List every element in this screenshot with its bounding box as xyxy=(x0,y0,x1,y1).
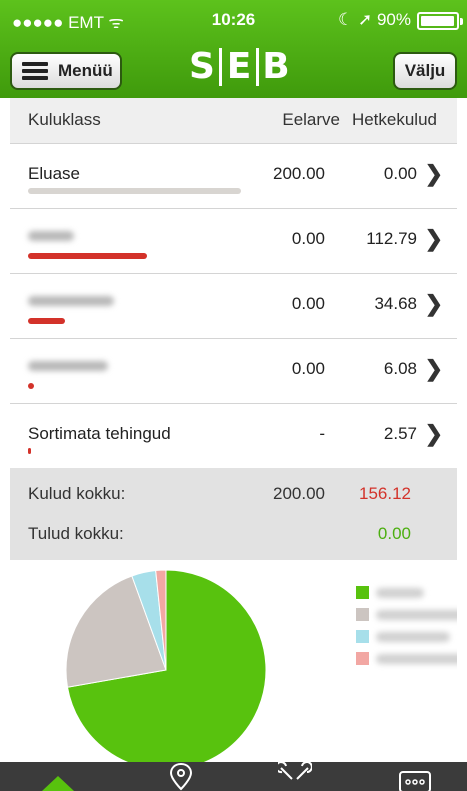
hamburger-icon xyxy=(22,62,48,80)
totals-panel: Kulud kokku: 200.00 156.12 Tulud kokku: … xyxy=(10,468,457,560)
more-icon[interactable] xyxy=(398,762,432,791)
column-header-category: Kuluklass xyxy=(28,110,101,129)
spending-bar xyxy=(28,383,34,389)
budget-table: Kuluklass Eelarve Hetkekulud Eluase 200.0… xyxy=(10,98,457,469)
category-name: Eluase xyxy=(28,164,80,183)
column-header-budget: Eelarve xyxy=(282,110,340,129)
chevron-right-icon: ❯ xyxy=(424,291,443,316)
tab-bar xyxy=(0,762,467,791)
redacted-legend-label xyxy=(376,588,424,598)
chevron-right-icon: ❯ xyxy=(424,226,443,251)
expenses-budget-total: 200.00 xyxy=(273,484,325,503)
expenses-total-label: Kulud kokku: xyxy=(28,484,126,503)
table-row[interactable]: Sortimata tehingud - 2.57 ❯ xyxy=(10,404,457,469)
actual-value: 6.08 xyxy=(383,359,417,378)
chevron-right-icon: ❯ xyxy=(424,356,443,381)
redacted-category-name xyxy=(28,231,74,241)
spending-bar xyxy=(28,448,31,454)
legend-swatch xyxy=(356,608,369,621)
app-header: ●●●●● EMT ᯤ 10:26 ☾ ➚ 90% Menüü S E B Vä… xyxy=(0,0,467,98)
logo-letter: E xyxy=(226,46,252,87)
actual-value: 34.68 xyxy=(374,294,417,313)
home-icon[interactable] xyxy=(38,762,78,791)
budget-value: - xyxy=(319,424,325,443)
budget-value: 200.00 xyxy=(273,164,325,183)
logout-button-label: Välju xyxy=(404,61,446,80)
expenses-actual-total: 156.12 xyxy=(359,484,411,503)
chevron-right-icon: ❯ xyxy=(424,161,443,186)
income-actual-total: 0.00 xyxy=(377,524,411,543)
table-row[interactable]: 0.00 112.79 ❯ xyxy=(10,209,457,274)
budget-value: 0.00 xyxy=(291,359,325,378)
status-indicators: ☾ ➚ 90% xyxy=(338,10,411,29)
actual-value: 2.57 xyxy=(383,424,417,443)
menu-button[interactable]: Menüü xyxy=(10,52,122,90)
legend-swatch xyxy=(356,630,369,643)
redacted-legend-label xyxy=(376,632,450,642)
location-icon[interactable] xyxy=(168,762,194,791)
logo-letter: S xyxy=(189,46,215,87)
redacted-legend-label xyxy=(376,654,457,664)
chevron-right-icon: ❯ xyxy=(424,421,443,446)
expense-pie-chart xyxy=(10,560,457,762)
budget-value: 0.00 xyxy=(291,294,325,313)
table-row[interactable]: Eluase 200.00 0.00 ❯ xyxy=(10,144,457,209)
spending-bar xyxy=(28,188,241,194)
spending-bar xyxy=(28,253,147,259)
spending-bar xyxy=(28,318,65,324)
logo-letter: B xyxy=(262,46,290,87)
legend-swatch xyxy=(356,586,369,599)
logout-button[interactable]: Välju xyxy=(393,52,457,90)
menu-button-label: Menüü xyxy=(58,61,113,80)
income-total-label: Tulud kokku: xyxy=(28,524,124,543)
redacted-category-name xyxy=(28,296,114,306)
actual-value: 0.00 xyxy=(383,164,417,183)
actual-value: 112.79 xyxy=(366,229,417,248)
redacted-category-name xyxy=(28,361,108,371)
table-row[interactable]: 0.00 6.08 ❯ xyxy=(10,339,457,404)
tools-icon[interactable] xyxy=(278,762,312,791)
table-row[interactable]: 0.00 34.68 ❯ xyxy=(10,274,457,339)
legend-swatch xyxy=(356,652,369,665)
seb-logo: S E B xyxy=(188,48,290,86)
battery-icon xyxy=(417,12,463,30)
column-header-actual: Hetkekulud xyxy=(351,110,437,129)
category-name: Sortimata tehingud xyxy=(28,424,171,443)
table-header: Kuluklass Eelarve Hetkekulud xyxy=(10,98,457,144)
redacted-legend-label xyxy=(376,610,457,620)
status-bar: ●●●●● EMT ᯤ 10:26 ☾ ➚ 90% xyxy=(0,0,467,40)
budget-value: 0.00 xyxy=(291,229,325,248)
